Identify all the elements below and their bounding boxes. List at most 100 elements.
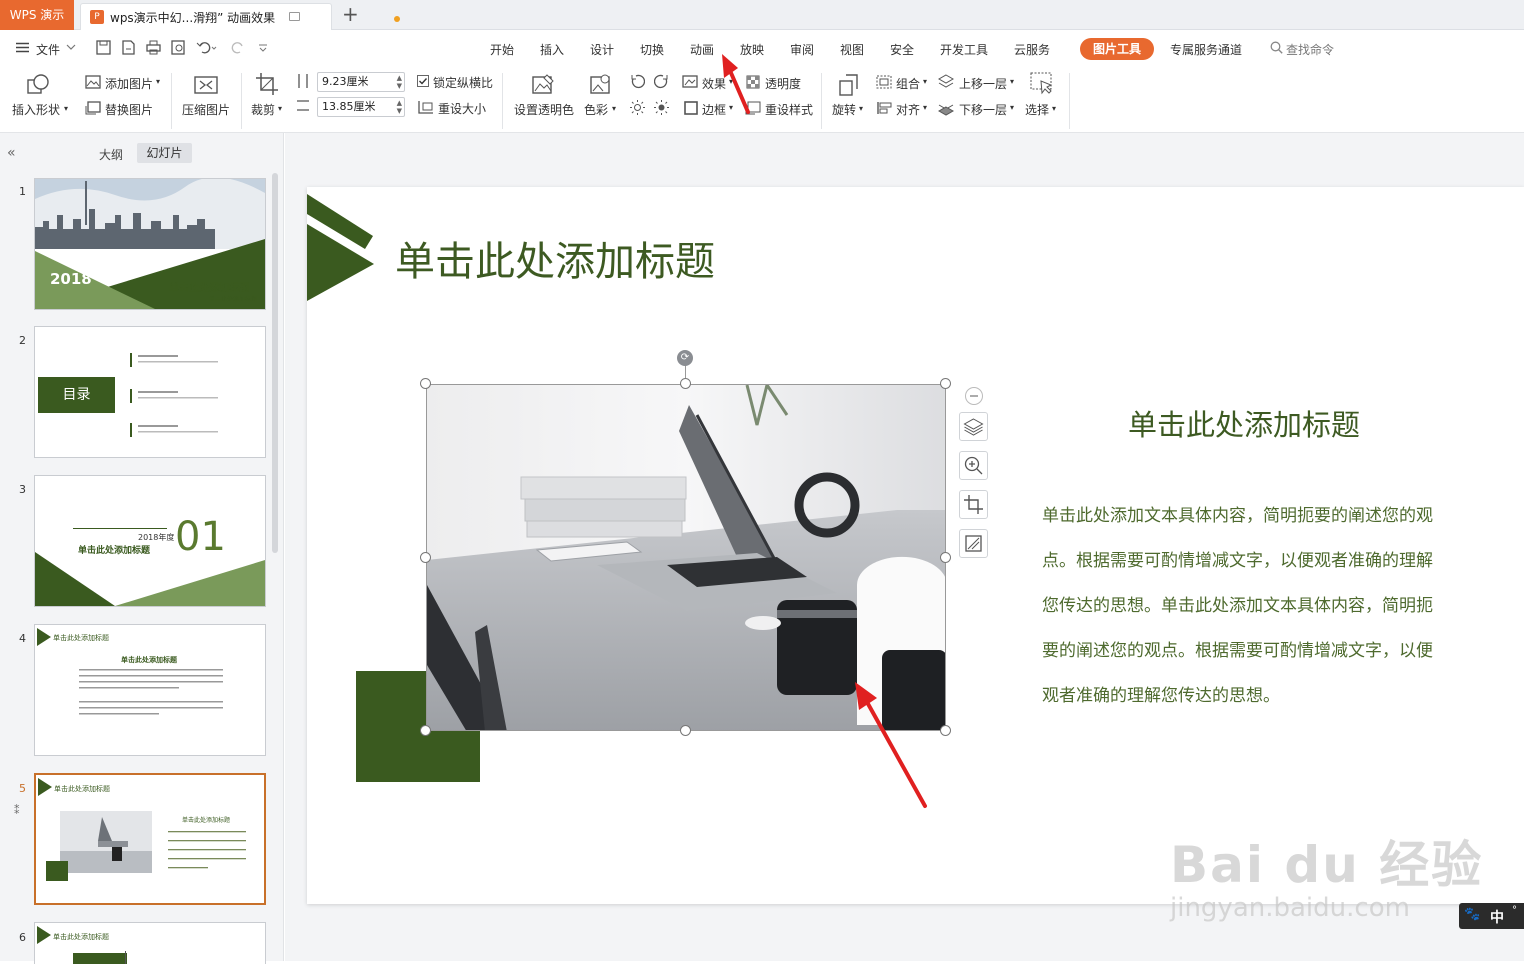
resize-handle-n[interactable] <box>680 378 691 389</box>
transparent-color-icon[interactable] <box>531 73 555 97</box>
resize-handle-s[interactable] <box>680 725 691 736</box>
dropdown-arrow-icon[interactable]: ▾ <box>1010 103 1014 112</box>
replace-picture-label[interactable]: 替换图片 <box>105 101 153 118</box>
border-icon[interactable] <box>684 101 698 115</box>
slide-title[interactable]: 单击此处添加标题 <box>395 229 715 287</box>
group-label[interactable]: 组合 <box>896 75 920 92</box>
save-icon[interactable] <box>96 40 111 55</box>
slide-thumbnail-3[interactable]: 2018年度 单击此处添加标题 01 <box>34 475 266 607</box>
insert-shape-icon[interactable] <box>26 73 52 97</box>
new-tab-button[interactable]: + <box>342 3 359 25</box>
tab-design[interactable]: 设计 <box>590 41 614 58</box>
tab-view[interactable]: 视图 <box>840 41 864 58</box>
bring-forward-icon[interactable] <box>938 74 954 90</box>
rotate-right-icon[interactable] <box>654 74 669 89</box>
replace-picture-icon[interactable] <box>85 101 101 115</box>
crop-icon[interactable] <box>255 72 279 96</box>
slide-thumbnail-2[interactable]: 目录 <box>34 326 266 458</box>
tab-developer[interactable]: 开发工具 <box>940 41 988 58</box>
resize-handle-sw[interactable] <box>420 725 431 736</box>
send-backward-label[interactable]: 下移一层 <box>959 101 1007 118</box>
add-picture-label[interactable]: 添加图片 <box>105 75 153 92</box>
dropdown-arrow-icon[interactable]: ▾ <box>156 77 160 86</box>
tab-transition[interactable]: 切换 <box>640 41 664 58</box>
dropdown-arrow-icon[interactable]: ▾ <box>923 77 927 86</box>
collapse-toolbar-icon[interactable] <box>965 387 983 405</box>
bring-forward-label[interactable]: 上移一层 <box>959 75 1007 92</box>
zoom-picture-icon[interactable] <box>959 451 988 480</box>
send-backward-icon[interactable] <box>938 100 954 116</box>
slide-thumbnail-5-selected[interactable]: 单击此处添加标题 单击此处添加标题 <box>34 773 266 905</box>
select-pointer-icon[interactable] <box>1030 72 1054 96</box>
reset-style-label[interactable]: 重设样式 <box>765 101 813 118</box>
reset-size-icon[interactable] <box>418 100 434 114</box>
rotate-left-icon[interactable] <box>630 74 645 89</box>
customize-quick-access-icon[interactable] <box>258 44 268 52</box>
color-label[interactable]: 色彩 <box>584 101 608 118</box>
dropdown-arrow-icon[interactable]: ▾ <box>1052 104 1056 113</box>
slide-thumbnail-4[interactable]: 单击此处添加标题 单击此处添加标题 <box>34 624 266 756</box>
tab-security[interactable]: 安全 <box>890 41 914 58</box>
transparency-label[interactable]: 透明度 <box>765 75 801 92</box>
content-subtitle[interactable]: 单击此处添加标题 <box>1128 402 1360 444</box>
insert-shape-label[interactable]: 插入形状 <box>12 101 60 118</box>
resize-handle-se[interactable] <box>940 725 951 736</box>
lock-ratio-checkbox[interactable] <box>417 75 429 87</box>
collapse-panel-icon[interactable]: « <box>7 145 16 161</box>
dropdown-arrow-icon[interactable]: ▾ <box>64 104 68 113</box>
undo-icon[interactable] <box>196 40 218 55</box>
animation-star-icon[interactable]: ⁑ <box>14 804 20 817</box>
rotate-icon[interactable] <box>838 73 860 97</box>
command-search-input[interactable]: 查找命令 <box>1286 41 1334 58</box>
print-icon[interactable] <box>146 40 161 55</box>
add-picture-icon[interactable] <box>85 75 101 89</box>
chevron-down-icon[interactable] <box>66 43 76 51</box>
service-channel-link[interactable]: 专属服务通道 <box>1170 41 1242 58</box>
stepper-arrows[interactable]: ▲ ▼ <box>397 74 402 90</box>
tab-start[interactable]: 开始 <box>490 41 514 58</box>
set-transparent-color-label[interactable]: 设置透明色 <box>514 101 574 118</box>
ime-status-bar[interactable]: 🐾 中 ° <box>1459 903 1524 929</box>
effects-icon[interactable] <box>682 74 698 88</box>
tab-insert[interactable]: 插入 <box>540 41 564 58</box>
dropdown-arrow-icon[interactable]: ▾ <box>612 104 616 113</box>
tab-slides[interactable]: 幻灯片 <box>137 143 192 163</box>
resize-handle-w[interactable] <box>420 552 431 563</box>
reset-size-label[interactable]: 重设大小 <box>438 100 486 117</box>
dropdown-arrow-icon[interactable]: ▾ <box>859 104 863 113</box>
picture-height-input[interactable]: 9.23厘米 ▲ ▼ <box>317 72 405 92</box>
app-menu-button[interactable]: WPS 演示 <box>0 0 74 30</box>
picture-width-input[interactable]: 13.85厘米 ▲ ▼ <box>317 97 405 117</box>
hamburger-icon[interactable] <box>16 42 29 53</box>
layer-options-icon[interactable] <box>959 412 988 441</box>
resize-handle-nw[interactable] <box>420 378 431 389</box>
crop-picture-icon[interactable] <box>959 490 988 519</box>
dropdown-arrow-icon[interactable]: ▾ <box>278 104 282 113</box>
monitor-icon[interactable] <box>289 12 300 21</box>
compress-picture-label[interactable]: 压缩图片 <box>182 101 230 118</box>
brightness-down-icon[interactable] <box>630 100 645 115</box>
align-label[interactable]: 对齐 <box>896 101 920 118</box>
resize-handle-e[interactable] <box>940 552 951 563</box>
dropdown-arrow-icon[interactable]: ▾ <box>1010 77 1014 86</box>
rotate-label[interactable]: 旋转 <box>832 101 856 118</box>
picture-style-icon[interactable] <box>959 529 988 558</box>
align-icon[interactable] <box>877 101 893 115</box>
lock-ratio-label[interactable]: 锁定纵横比 <box>433 74 493 91</box>
panel-scrollbar[interactable] <box>272 173 278 553</box>
color-icon[interactable] <box>589 73 613 97</box>
tab-outline[interactable]: 大纲 <box>99 146 123 163</box>
tab-cloud-service[interactable]: 云服务 <box>1014 41 1050 58</box>
tab-review[interactable]: 审阅 <box>790 41 814 58</box>
crop-label[interactable]: 裁剪 <box>251 101 275 118</box>
rotate-handle-icon[interactable]: ⟳ <box>677 350 693 366</box>
compress-picture-icon[interactable] <box>193 73 219 97</box>
redo-icon[interactable] <box>231 40 246 55</box>
slide-thumbnail-6[interactable]: 单击此处添加标题 <box>34 922 266 964</box>
search-icon[interactable] <box>1270 41 1283 54</box>
select-label[interactable]: 选择 <box>1025 101 1049 118</box>
contrast-icon[interactable] <box>654 100 669 115</box>
tab-picture-tools[interactable]: 图片工具 <box>1080 38 1154 60</box>
dropdown-arrow-icon[interactable]: ▾ <box>923 103 927 112</box>
export-pdf-icon[interactable] <box>121 40 136 55</box>
